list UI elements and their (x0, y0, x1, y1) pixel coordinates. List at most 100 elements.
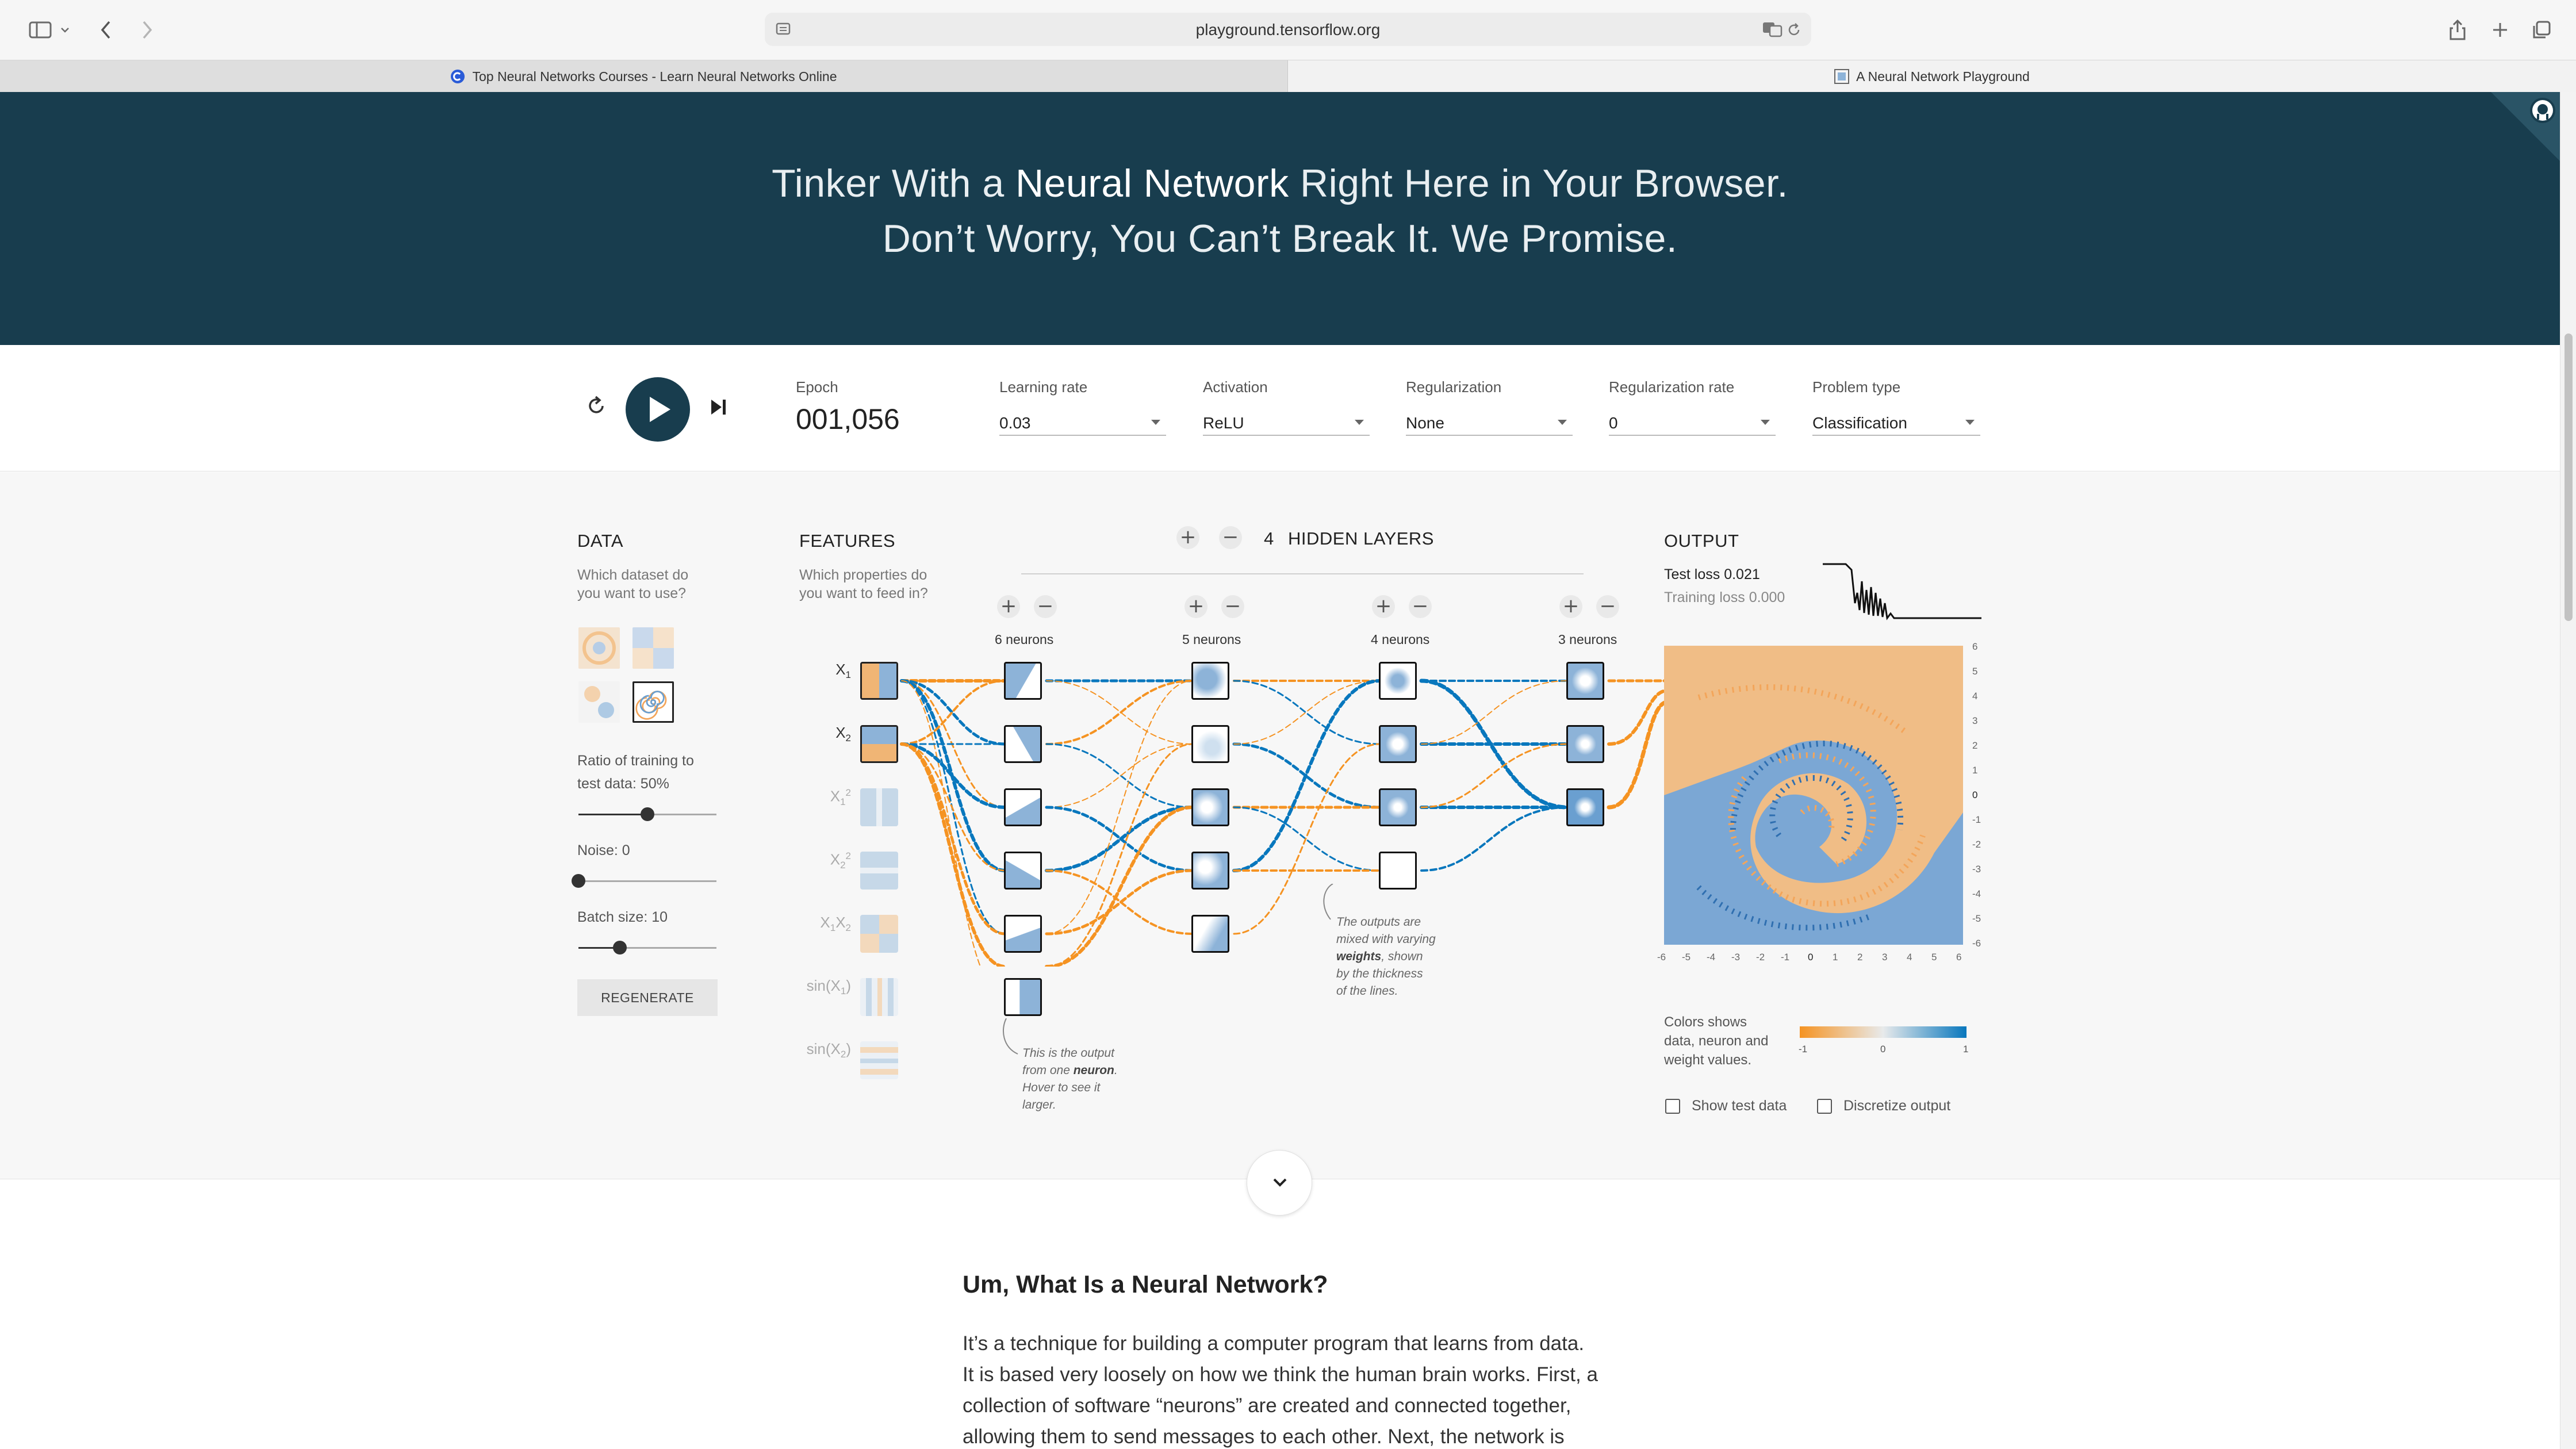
back-arrow-icon[interactable] (94, 16, 117, 44)
github-corner-icon[interactable] (2491, 92, 2560, 161)
neuron[interactable] (1191, 662, 1229, 700)
neuron[interactable] (1191, 852, 1229, 890)
new-tab-icon[interactable] (2487, 16, 2513, 44)
neuron[interactable] (1379, 852, 1417, 890)
slider-knob[interactable] (572, 874, 585, 888)
neuron[interactable] (1004, 852, 1042, 890)
batch-size-label: Batch size: 10 (577, 909, 668, 925)
address-bar[interactable]: playground.tensorflow.org (765, 13, 1811, 46)
scroll-thumb[interactable] (2564, 334, 2573, 621)
ratio-label-1: Ratio of training to (577, 753, 694, 769)
regularization-label: Regularization (1406, 378, 1502, 396)
add-neuron-button[interactable]: + (997, 595, 1020, 618)
color-scale-bar (1800, 1026, 1966, 1038)
feature-x1x2-box[interactable] (860, 915, 898, 953)
hero-bold-text: Neural Network (1015, 162, 1289, 205)
feature-label-x2-squared: X22 (830, 850, 851, 871)
reload-icon[interactable] (1786, 22, 1802, 38)
feature-sin-x1-box[interactable] (860, 978, 898, 1016)
remove-layer-button[interactable]: − (1219, 526, 1242, 549)
show-test-data-label: Show test data (1692, 1098, 1787, 1114)
share-icon[interactable] (2445, 16, 2470, 44)
x-tick: -5 (1682, 952, 1691, 963)
x-tick: -3 (1731, 952, 1741, 963)
playground-favicon (1834, 69, 1850, 84)
chevron-down-icon (1273, 1178, 1287, 1187)
reset-icon[interactable] (584, 393, 610, 419)
neuron[interactable] (1566, 788, 1604, 826)
regularization-select[interactable]: None (1406, 409, 1573, 436)
regenerate-button[interactable]: REGENERATE (577, 979, 718, 1016)
y-tick: -4 (1972, 888, 1981, 899)
browser-toolbar: playground.tensorflow.org (0, 0, 2576, 60)
x-tick: -6 (1657, 952, 1666, 963)
neuron[interactable] (1004, 915, 1042, 953)
dataset-spiral-icon[interactable] (632, 681, 674, 723)
slider-knob[interactable] (641, 807, 654, 821)
tab-overview-icon[interactable] (2529, 16, 2554, 44)
noise-slider[interactable] (572, 872, 716, 890)
forward-arrow-icon[interactable] (136, 16, 159, 44)
step-icon[interactable] (708, 397, 729, 417)
neuron[interactable] (1566, 662, 1604, 700)
neuron[interactable] (1191, 788, 1229, 826)
neuron[interactable] (1191, 725, 1229, 763)
feature-x1-box[interactable] (860, 662, 898, 700)
neuron[interactable] (1004, 662, 1042, 700)
feature-x1-squared-box[interactable] (860, 788, 898, 826)
x-tick: 4 (1907, 952, 1912, 963)
output-heatmap (1664, 646, 1963, 945)
neuron[interactable] (1379, 662, 1417, 700)
feature-x2-squared-box[interactable] (860, 852, 898, 890)
remove-neuron-button[interactable]: − (1409, 595, 1432, 618)
feature-x2-box[interactable] (860, 725, 898, 763)
sidebar-toggle-icon[interactable] (23, 16, 57, 44)
remove-neuron-button[interactable]: − (1034, 595, 1057, 618)
neuron[interactable] (1566, 725, 1604, 763)
add-neuron-button[interactable]: + (1372, 595, 1395, 618)
slider-knob[interactable] (613, 941, 627, 954)
problem-type-select[interactable]: Classification (1812, 409, 1980, 436)
dataset-xor-icon[interactable] (632, 627, 674, 669)
batch-size-slider[interactable] (578, 939, 716, 956)
x-tick: 2 (1857, 952, 1863, 963)
regularization-rate-select[interactable]: 0 (1609, 409, 1776, 436)
neuron[interactable] (1004, 788, 1042, 826)
feature-label-sin-x2: sin(X2) (806, 1040, 851, 1060)
discretize-output-label: Discretize output (1843, 1098, 1951, 1114)
add-layer-button[interactable]: + (1176, 526, 1199, 549)
epoch-label: Epoch (796, 378, 838, 396)
tab-courses[interactable]: Top Neural Networks Courses - Learn Neur… (0, 60, 1288, 93)
neuron[interactable] (1004, 725, 1042, 763)
neuron[interactable] (1379, 725, 1417, 763)
remove-neuron-button[interactable]: − (1596, 595, 1619, 618)
translate-icon[interactable] (1762, 21, 1784, 38)
add-neuron-button[interactable]: + (1559, 595, 1582, 618)
activation-select[interactable]: ReLU (1203, 409, 1370, 436)
play-button[interactable] (626, 377, 690, 442)
feature-sin-x2-box[interactable] (860, 1041, 898, 1079)
discretize-output-checkbox[interactable] (1817, 1099, 1832, 1114)
neuron[interactable] (1379, 788, 1417, 826)
neuron[interactable] (1191, 915, 1229, 953)
tab-playground[interactable]: A Neural Network Playground (1288, 60, 2576, 93)
neuron[interactable] (1004, 978, 1042, 1016)
y-tick: 1 (1972, 765, 1978, 776)
regularization-rate-label: Regularization rate (1609, 378, 1735, 396)
add-neuron-button[interactable]: + (1184, 595, 1208, 618)
control-bar: Epoch 001,056 Learning rate 0.03 Activat… (0, 345, 2560, 471)
data-title: DATA (577, 531, 624, 551)
chevron-down-icon[interactable] (56, 16, 74, 44)
dataset-circle-icon[interactable] (578, 627, 620, 669)
remove-neuron-button[interactable]: − (1221, 595, 1244, 618)
feature-label-x1x2: X1X2 (820, 914, 851, 934)
activation-label: Activation (1203, 378, 1268, 396)
show-test-data-checkbox[interactable] (1665, 1099, 1680, 1114)
article-body: It’s a technique for building a computer… (963, 1332, 1598, 1448)
features-subtitle-1: Which properties do (799, 567, 927, 583)
page-scrollbar[interactable] (2560, 92, 2576, 1449)
ratio-slider[interactable] (578, 806, 716, 823)
scroll-down-button[interactable] (1247, 1150, 1312, 1216)
dataset-gaussian-icon[interactable] (578, 681, 620, 723)
learning-rate-select[interactable]: 0.03 (999, 409, 1166, 436)
